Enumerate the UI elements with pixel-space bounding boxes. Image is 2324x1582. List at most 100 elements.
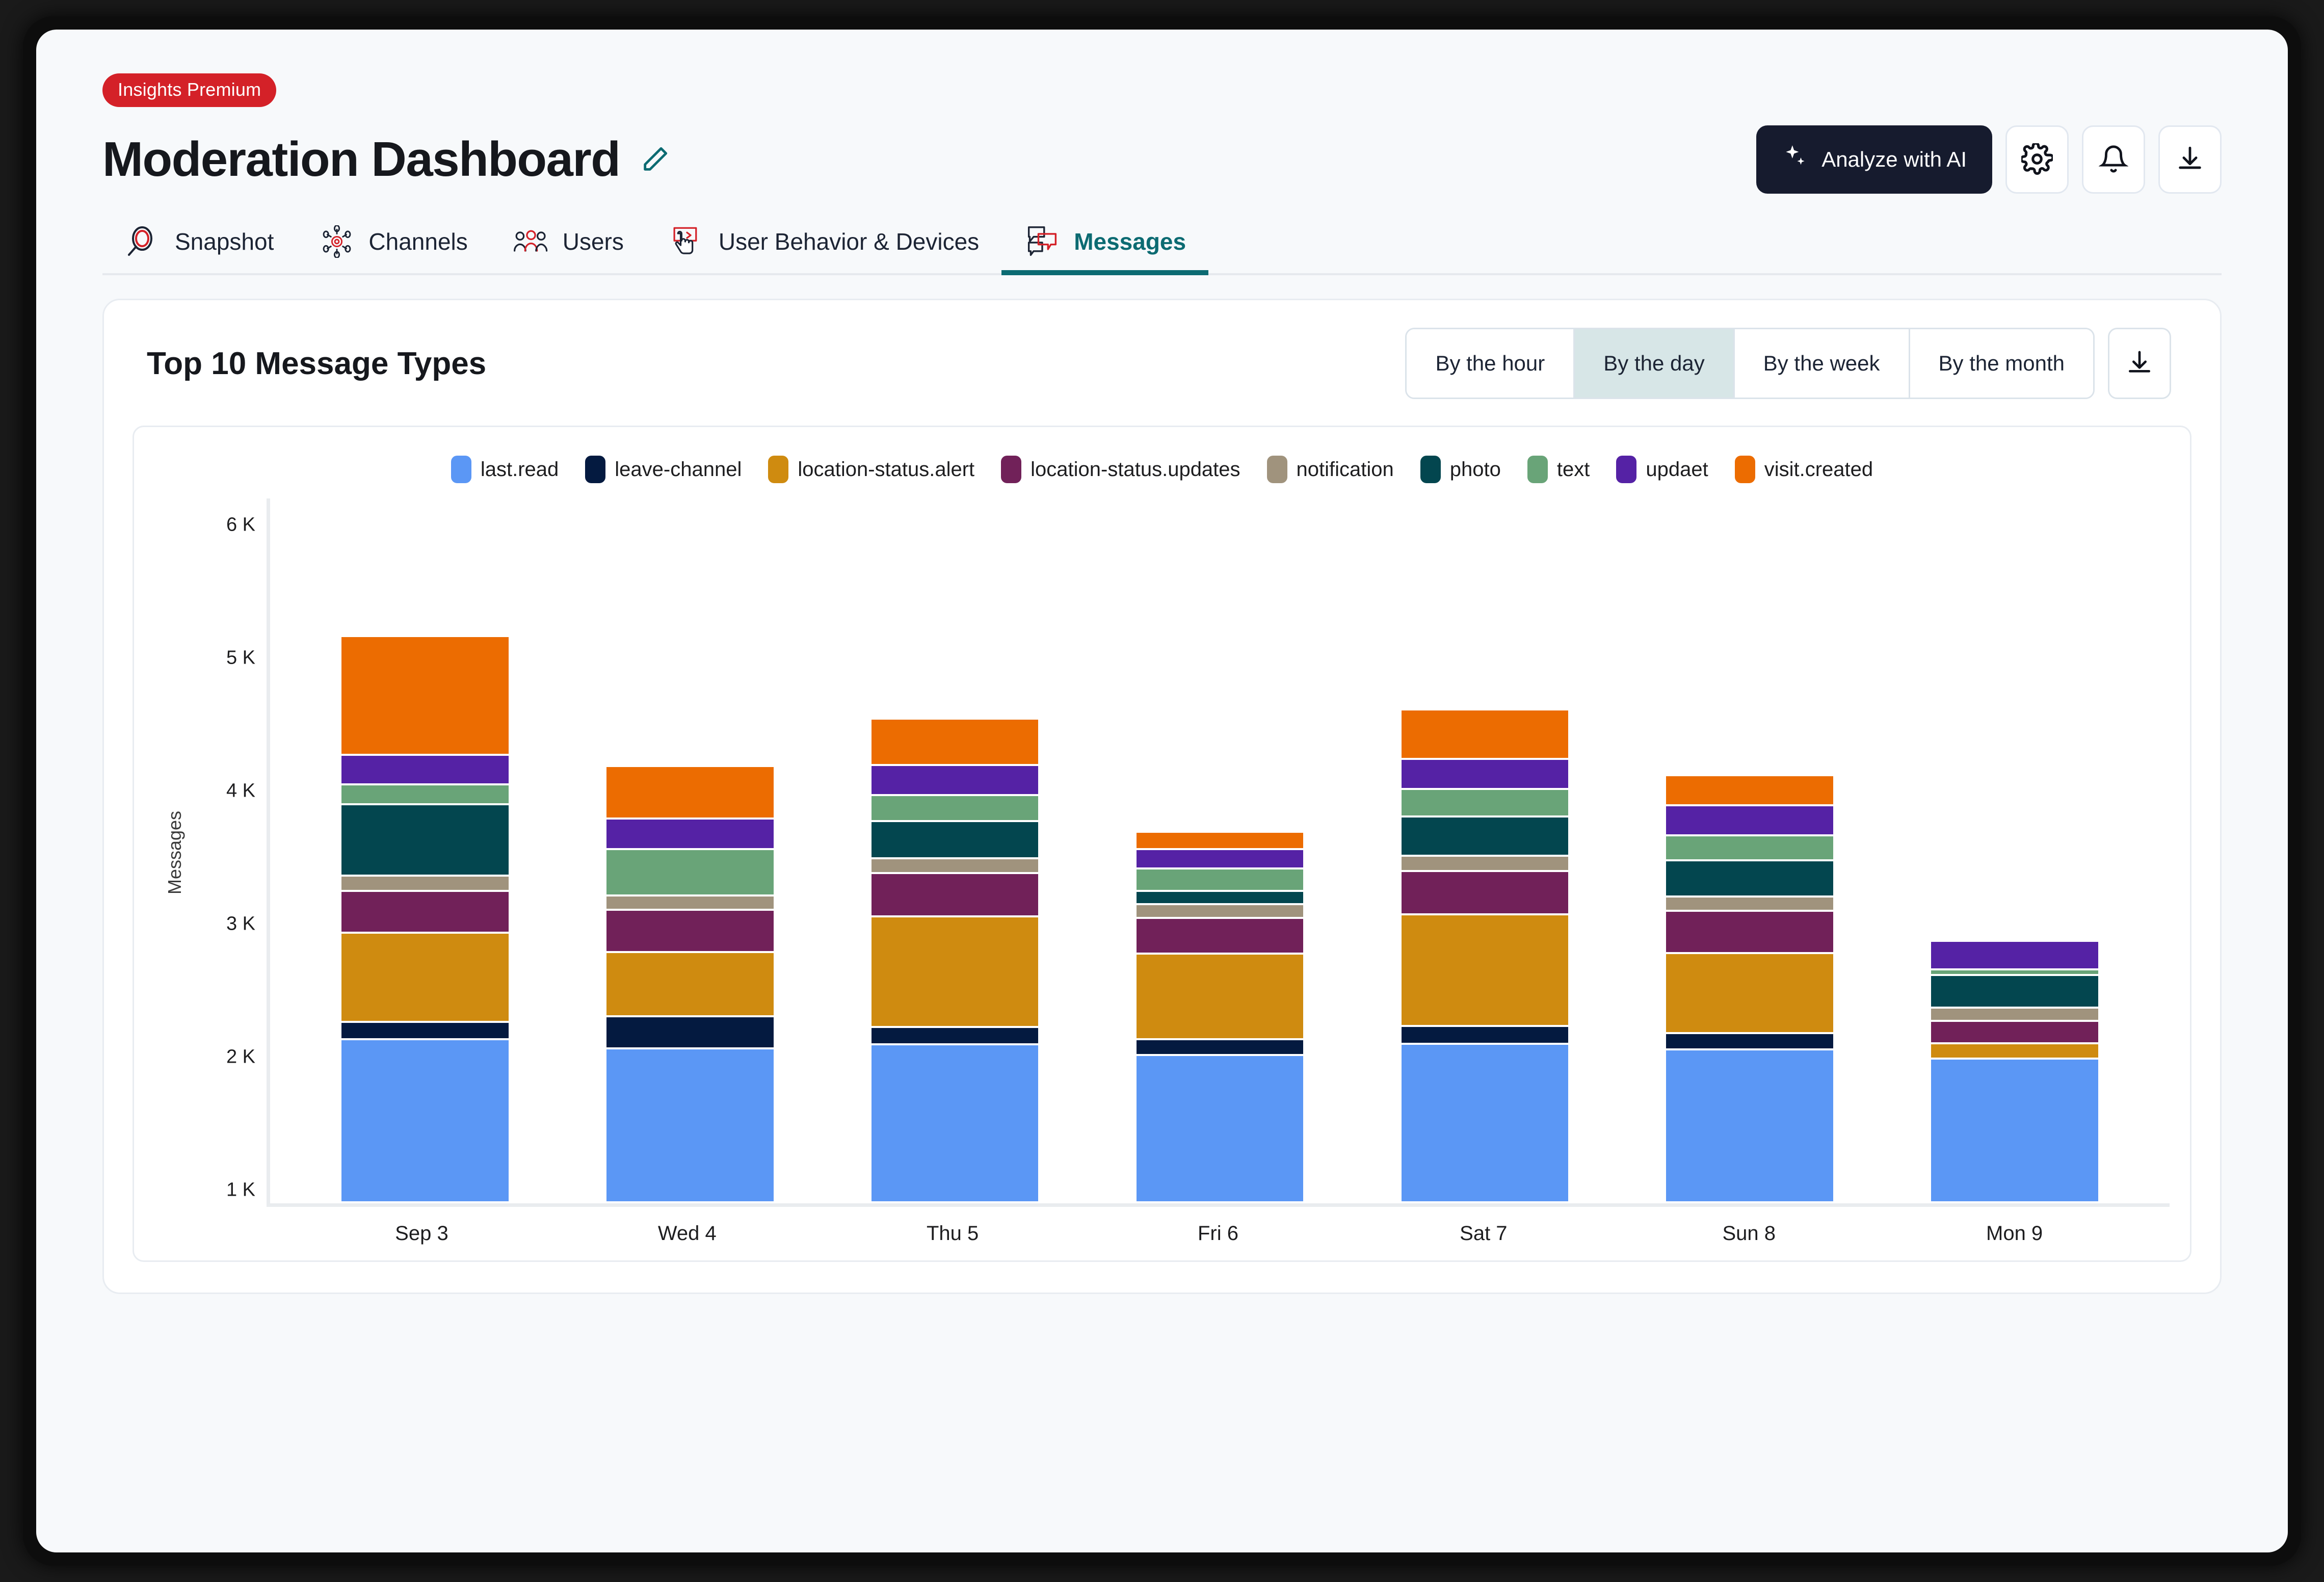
bar-segment[interactable] [606, 953, 774, 1017]
bar-segment[interactable] [1931, 942, 2098, 970]
bar-segment[interactable] [1137, 833, 1304, 850]
bar-segment[interactable] [1402, 818, 1569, 857]
tab-snapshot[interactable]: Snapshot [102, 217, 296, 273]
bar-segment[interactable] [872, 1028, 1039, 1045]
analyze-with-ai-label: Analyze with AI [1821, 147, 1967, 172]
stacked-bar[interactable] [606, 767, 774, 1203]
bar-segment[interactable] [341, 1040, 509, 1203]
bar-segment[interactable] [1402, 760, 1569, 790]
bar-segment[interactable] [1931, 1009, 2098, 1022]
bar-segment[interactable] [1137, 892, 1304, 906]
bar-segment[interactable] [1666, 954, 1833, 1034]
bar-segment[interactable] [1931, 1060, 2098, 1203]
bar-segment[interactable] [341, 637, 509, 755]
legend-item[interactable]: visit.created [1735, 456, 1873, 483]
bar-column[interactable] [558, 498, 823, 1203]
bar-segment[interactable] [606, 1049, 774, 1203]
download-button[interactable] [2158, 125, 2222, 194]
bar-segment[interactable] [1137, 850, 1304, 869]
bar-segment[interactable] [1931, 976, 2098, 1009]
bar-segment[interactable] [1137, 1040, 1304, 1056]
bar-segment[interactable] [606, 1017, 774, 1050]
granularity-by-the-hour[interactable]: By the hour [1407, 329, 1575, 398]
bar-segment[interactable] [872, 859, 1039, 874]
bar-segment[interactable] [872, 874, 1039, 917]
bar-segment[interactable] [1137, 919, 1304, 955]
bar-segment[interactable] [872, 917, 1039, 1028]
legend-item[interactable]: photo [1420, 456, 1501, 483]
legend-item[interactable]: last.read [451, 456, 559, 483]
tab-user-behavior-devices[interactable]: User Behavior & Devices [646, 217, 1001, 273]
stacked-bar[interactable] [1666, 776, 1833, 1203]
bar-segment[interactable] [1137, 905, 1304, 919]
bar-segment[interactable] [1137, 955, 1304, 1040]
tab-messages[interactable]: Messages [1001, 217, 1208, 273]
legend-item[interactable]: leave-channel [585, 456, 742, 483]
tab-users[interactable]: Users [490, 217, 646, 273]
legend-item[interactable]: location-status.updates [1001, 456, 1240, 483]
bar-segment[interactable] [341, 756, 509, 785]
bar-column[interactable] [1088, 498, 1353, 1203]
bar-segment[interactable] [606, 820, 774, 851]
bar-segment[interactable] [1402, 1045, 1569, 1203]
bar-segment[interactable] [1666, 912, 1833, 954]
bar-segment[interactable] [341, 877, 509, 892]
bar-column[interactable] [293, 498, 558, 1203]
bar-segment[interactable] [1137, 869, 1304, 892]
pencil-icon[interactable] [640, 145, 670, 174]
bar-segment[interactable] [1666, 861, 1833, 898]
bar-segment[interactable] [1666, 1050, 1833, 1203]
bar-column[interactable] [1352, 498, 1617, 1203]
bar-segment[interactable] [1666, 836, 1833, 861]
bar-segment[interactable] [872, 1045, 1039, 1203]
bar-segment[interactable] [1666, 1034, 1833, 1050]
bar-segment[interactable] [341, 805, 509, 877]
tab-channels[interactable]: Channels [296, 217, 490, 273]
bar-segment[interactable] [341, 785, 509, 805]
bar-segment[interactable] [1402, 790, 1569, 818]
stacked-bar[interactable] [1402, 710, 1569, 1203]
granularity-by-the-month[interactable]: By the month [1910, 329, 2093, 398]
bar-column[interactable] [823, 498, 1088, 1203]
bar-segment[interactable] [1402, 915, 1569, 1027]
legend-item[interactable]: text [1527, 456, 1590, 483]
bar-segment[interactable] [1931, 970, 2098, 976]
notifications-button[interactable] [2082, 125, 2145, 194]
bar-column[interactable] [1882, 498, 2147, 1203]
bar-segment[interactable] [606, 850, 774, 896]
stacked-bar[interactable] [1931, 942, 2098, 1203]
bar-segment[interactable] [341, 1023, 509, 1040]
bar-segment[interactable] [1402, 857, 1569, 872]
bar-segment[interactable] [1402, 1027, 1569, 1045]
bar-segment[interactable] [606, 897, 774, 911]
bar-segment[interactable] [1666, 776, 1833, 806]
bar-segment[interactable] [1666, 898, 1833, 912]
granularity-by-the-day[interactable]: By the day [1575, 329, 1734, 398]
bar-segment[interactable] [1931, 1044, 2098, 1060]
bar-segment[interactable] [872, 766, 1039, 796]
stacked-bar[interactable] [1137, 833, 1304, 1203]
chart-download-button[interactable] [2108, 328, 2171, 399]
bar-column[interactable] [1617, 498, 1882, 1203]
analyze-with-ai-button[interactable]: Analyze with AI [1756, 125, 1992, 194]
bar-segment[interactable] [1666, 806, 1833, 836]
stacked-bar[interactable] [872, 720, 1039, 1203]
bar-segment[interactable] [1137, 1056, 1304, 1203]
granularity-by-the-week[interactable]: By the week [1735, 329, 1910, 398]
bar-segment[interactable] [872, 720, 1039, 766]
bar-segment[interactable] [1931, 1022, 2098, 1044]
bar-segment[interactable] [1402, 872, 1569, 915]
legend-item[interactable]: updaet [1616, 456, 1708, 483]
settings-button[interactable] [2005, 125, 2069, 194]
bar-segment[interactable] [341, 934, 509, 1023]
bar-segment[interactable] [606, 911, 774, 953]
bar-segment[interactable] [1402, 710, 1569, 760]
bar-segment[interactable] [341, 892, 509, 934]
stacked-bar[interactable] [341, 637, 509, 1203]
bar-segment[interactable] [872, 796, 1039, 823]
bar-segment[interactable] [872, 822, 1039, 859]
bar-segment[interactable] [606, 767, 774, 820]
legend-item[interactable]: location-status.alert [768, 456, 974, 483]
y-axis-tick: 4 K [226, 780, 255, 802]
legend-item[interactable]: notification [1267, 456, 1394, 483]
